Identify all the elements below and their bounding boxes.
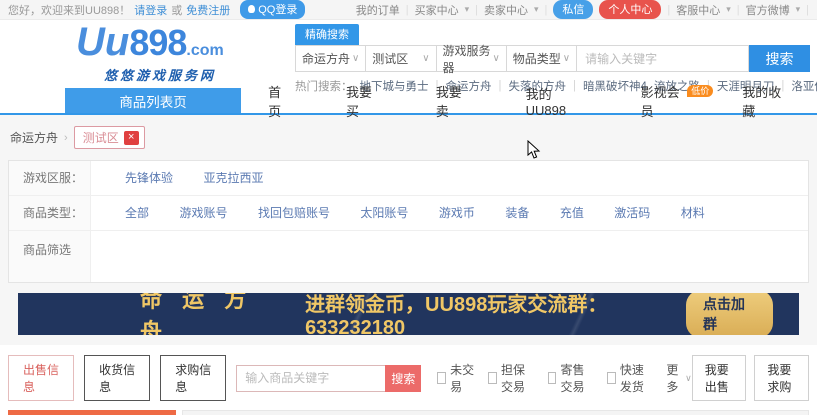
close-icon[interactable]: × bbox=[123, 130, 139, 145]
separator: | bbox=[806, 3, 809, 16]
logo-tagline: 悠悠游戏服务网 bbox=[104, 68, 217, 83]
keyword-filter-input[interactable] bbox=[236, 364, 387, 392]
separator: | bbox=[736, 3, 740, 16]
separator: | bbox=[405, 3, 409, 16]
chevron-down-icon: ▾ bbox=[533, 4, 539, 14]
personal-center-button[interactable]: 个人中心 bbox=[599, 0, 662, 19]
chevron-down-icon: ▾ bbox=[726, 4, 731, 14]
join-group-button[interactable]: 点击加群 bbox=[685, 293, 773, 335]
tab-wanted-info[interactable]: 求购信息 bbox=[160, 355, 227, 401]
tab-home[interactable]: 首页 bbox=[241, 85, 319, 119]
chevron-down-icon: ▾ bbox=[795, 4, 801, 14]
tab-buy[interactable]: 我要买 bbox=[319, 85, 409, 119]
separator: | bbox=[475, 3, 478, 16]
buyer-center-link[interactable]: 买家中心 bbox=[415, 2, 459, 18]
filter-option[interactable]: 游戏账号 bbox=[179, 204, 227, 221]
main-nav: 商品列表页 首页 我要买 我要卖 我的UU898 影视会员 低价 我的收藏 bbox=[0, 85, 817, 119]
filter-option[interactable]: 装备 bbox=[505, 204, 529, 221]
checkbox-icon bbox=[437, 372, 447, 384]
messages-button[interactable]: 私信 bbox=[553, 0, 594, 19]
filter-option[interactable]: 找回包赔账号 bbox=[258, 204, 330, 221]
zone-select[interactable]: 测试区 ∨ bbox=[365, 45, 437, 72]
filter-option[interactable]: 激活码 bbox=[614, 204, 650, 221]
site-header: Uu898.com 悠悠游戏服务网 精确搜索 命运方舟 ∨ 测试区 ∨ 游戏服务… bbox=[0, 20, 817, 93]
filter-label: 商品类型： bbox=[9, 196, 91, 230]
filter-option[interactable]: 太阳账号 bbox=[360, 204, 408, 221]
qq-login-button[interactable]: QQ登录 bbox=[240, 0, 306, 19]
chevron-down-icon: ∨ bbox=[562, 53, 571, 64]
i-want-sell-button[interactable]: 我要出售 bbox=[691, 355, 747, 401]
filter-row-type: 商品类型： 全部 游戏账号 找回包赔账号 太阳账号 游戏币 装备 充值 激活码 … bbox=[9, 196, 808, 231]
filter-option[interactable]: 先锋体验 bbox=[125, 169, 173, 186]
listing-toolbar: 出售信息 收货信息 求购信息 搜索 未交易 担保交易 寄售交易 bbox=[8, 355, 809, 401]
checkbox-icon bbox=[488, 372, 498, 384]
or-text: 或 bbox=[171, 4, 183, 17]
tab-my-uu898[interactable]: 我的UU898 bbox=[499, 87, 614, 118]
filter-row-zone: 游戏区服： 先锋体验 亚克拉西亚 bbox=[9, 161, 808, 196]
filter-option[interactable]: 全部 bbox=[125, 204, 149, 221]
precise-search-tab[interactable]: 精确搜索 bbox=[295, 24, 359, 45]
checkbox-guarantee-trade[interactable]: 担保交易 bbox=[488, 361, 533, 395]
tab-product-list[interactable]: 商品列表页 bbox=[65, 88, 242, 113]
game-select[interactable]: 命运方舟 ∨ bbox=[295, 45, 367, 72]
tab-sale-info[interactable]: 出售信息 bbox=[8, 355, 75, 401]
search-input[interactable] bbox=[576, 45, 750, 72]
tab-receive-info[interactable]: 收货信息 bbox=[84, 355, 151, 401]
checkbox-icon bbox=[547, 372, 557, 384]
checkbox-icon bbox=[607, 372, 616, 384]
filter-option[interactable]: 游戏币 bbox=[439, 204, 475, 221]
more-dropdown[interactable]: 更多 ∨ bbox=[666, 361, 691, 395]
item-type-select[interactable]: 物品类型 ∨ bbox=[505, 45, 578, 72]
filter-row-screen: 商品筛选 bbox=[9, 231, 808, 282]
filter-option[interactable]: 亚克拉西亚 bbox=[203, 169, 263, 186]
banner-game-title: 命 运 方 舟 bbox=[140, 293, 254, 335]
page-body: 命运方舟 › 测试区 × 游戏区服： 先锋体验 亚克拉西亚 商品类型： 全部 游… bbox=[0, 115, 817, 415]
filter-option[interactable]: 充值 bbox=[560, 204, 584, 221]
service-center-link[interactable]: 客服中心 bbox=[676, 2, 720, 18]
checkbox-untraded[interactable]: 未交易 bbox=[437, 361, 474, 395]
greeting-text: 您好，欢迎来到UU898！ bbox=[8, 4, 131, 17]
server-select[interactable]: 游戏服务器 ∨ bbox=[435, 44, 507, 75]
tab-favorites[interactable]: 我的收藏 bbox=[715, 85, 817, 119]
qq-group-banner: 命 运 方 舟 进群领金币，UU898玩家交流群：633232180 点击加群 bbox=[18, 293, 799, 335]
qq-penguin-icon bbox=[248, 5, 256, 13]
chevron-down-icon: ∨ bbox=[685, 372, 692, 383]
filter-tag-test-zone[interactable]: 测试区 × bbox=[73, 126, 145, 149]
filter-table: 游戏区服： 先锋体验 亚克拉西亚 商品类型： 全部 游戏账号 找回包赔账号 太阳… bbox=[8, 160, 809, 283]
low-price-badge: 低价 bbox=[687, 85, 714, 97]
banner-text: 进群领金币，UU898玩家交流群：633232180 bbox=[305, 294, 608, 335]
chevron-down-icon: ∨ bbox=[492, 53, 500, 64]
listing-section: 出售信息 收货信息 求购信息 搜索 未交易 担保交易 寄售交易 bbox=[0, 345, 817, 415]
tab-video-vip[interactable]: 影视会员 低价 bbox=[614, 85, 716, 119]
top-utility-bar: 您好，欢迎来到UU898！ 请登录 或 免费注册 QQ登录 我的订单 | 买家中… bbox=[0, 0, 817, 20]
chevron-down-icon: ∨ bbox=[422, 53, 430, 64]
open-service-button[interactable]: 点我开通 bbox=[8, 410, 176, 415]
search-button[interactable]: 搜索 bbox=[749, 45, 811, 72]
breadcrumb: 命运方舟 › 测试区 × bbox=[0, 115, 817, 158]
site-logo[interactable]: Uu898.com 悠悠游戏服务网 bbox=[76, 22, 224, 84]
register-link[interactable]: 免费注册 bbox=[186, 2, 230, 18]
separator: | bbox=[667, 3, 671, 16]
sort-row: 点我开通 最新 ↑ 信用 ↓ ¥ - ¥ 价格 bbox=[8, 410, 809, 415]
checkbox-consignment-trade[interactable]: 寄售交易 bbox=[547, 361, 593, 395]
tab-sell[interactable]: 我要卖 bbox=[409, 85, 499, 119]
filter-label: 商品筛选 bbox=[9, 231, 91, 282]
weibo-link[interactable]: 官方微博 bbox=[746, 2, 790, 18]
my-orders-link[interactable]: 我的订单 bbox=[356, 2, 400, 18]
login-link[interactable]: 请登录 bbox=[134, 2, 167, 18]
i-want-buy-button[interactable]: 我要求购 bbox=[754, 355, 809, 401]
filter-search-button[interactable]: 搜索 bbox=[385, 364, 422, 392]
seller-center-link[interactable]: 卖家中心 bbox=[484, 2, 528, 18]
chevron-down-icon: ∨ bbox=[351, 53, 360, 64]
filter-option[interactable]: 材料 bbox=[681, 204, 705, 221]
chevron-down-icon: ▾ bbox=[464, 4, 470, 14]
breadcrumb-game: 命运方舟 bbox=[10, 131, 59, 145]
separator: | bbox=[544, 3, 548, 16]
checkbox-fast-delivery[interactable]: 快速发货 bbox=[607, 361, 652, 395]
breadcrumb-arrow-icon: › bbox=[64, 131, 68, 144]
filter-label: 游戏区服： bbox=[9, 161, 91, 195]
